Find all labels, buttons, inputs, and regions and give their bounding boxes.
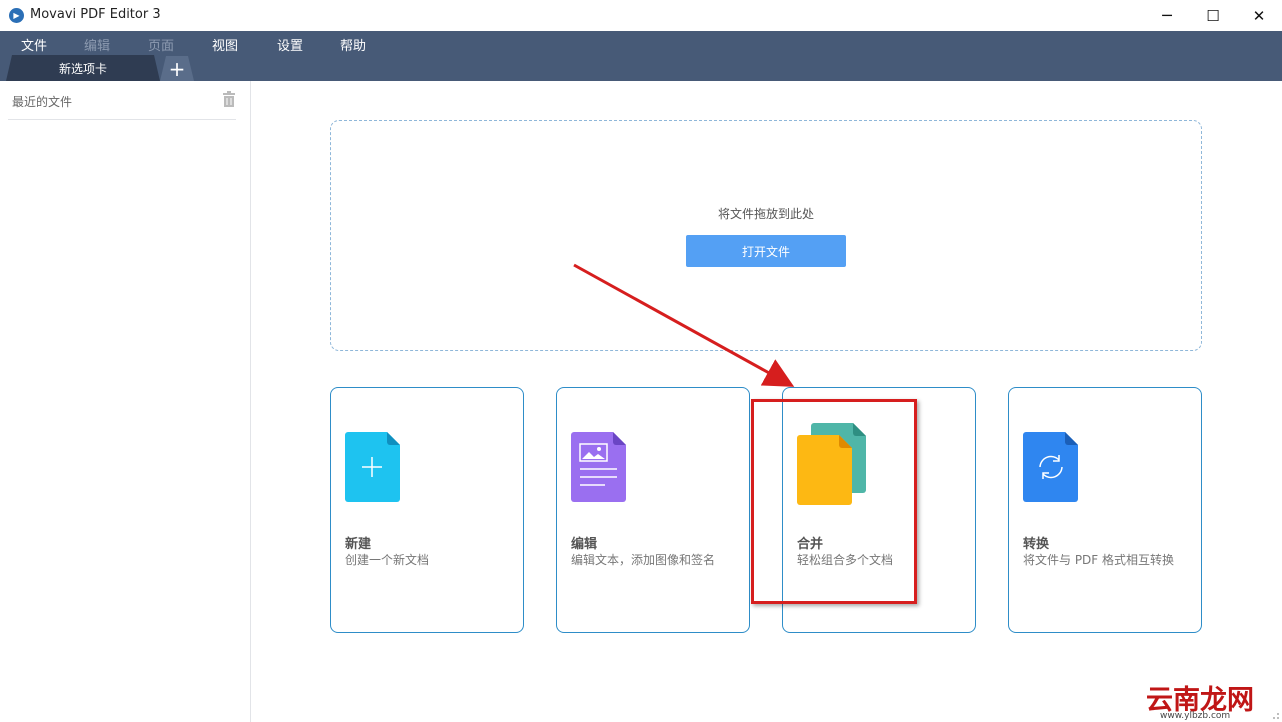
menu-help[interactable]: 帮助 xyxy=(340,35,366,54)
add-tab-button[interactable]: + xyxy=(160,56,194,81)
menu-edit[interactable]: 编辑 xyxy=(84,35,110,54)
tab-new[interactable]: 新选项卡 xyxy=(6,55,160,81)
recent-files-title: 最近的文件 xyxy=(12,95,73,109)
card-new-desc: 创建一个新文档 xyxy=(345,553,430,567)
menu-file[interactable]: 文件 xyxy=(21,35,47,54)
annotation-highlight-box xyxy=(751,399,917,604)
convert-document-icon xyxy=(1023,432,1078,502)
open-file-button[interactable]: 打开文件 xyxy=(686,235,846,267)
menu-page[interactable]: 页面 xyxy=(148,35,174,54)
card-edit-title: 编辑 xyxy=(571,537,598,552)
resize-grip-icon[interactable] xyxy=(1268,708,1280,720)
app-logo-icon: ▶ xyxy=(9,8,24,23)
card-new-title: 新建 xyxy=(345,537,372,552)
file-drop-zone[interactable]: 将文件拖放到此处 打开文件 xyxy=(330,120,1202,351)
card-convert[interactable]: 转换 将文件与 PDF 格式相互转换 xyxy=(1008,387,1202,633)
new-document-icon xyxy=(345,432,400,502)
title-bar: ▶ Movavi PDF Editor 3 ─ ☐ ✕ xyxy=(0,0,1282,31)
card-convert-desc: 将文件与 PDF 格式相互转换 xyxy=(1023,553,1175,567)
edit-document-icon xyxy=(571,432,626,502)
maximize-button[interactable]: ☐ xyxy=(1190,0,1236,31)
card-edit[interactable]: 编辑 编辑文本，添加图像和签名 xyxy=(556,387,750,633)
watermark-sub: www.ylbzb.com xyxy=(1160,711,1231,721)
tab-bar: 新选项卡 + xyxy=(0,55,1282,81)
card-edit-desc: 编辑文本，添加图像和签名 xyxy=(571,553,716,567)
menu-settings[interactable]: 设置 xyxy=(277,35,303,54)
menu-view[interactable]: 视图 xyxy=(212,35,238,54)
drop-zone-text: 将文件拖放到此处 xyxy=(717,207,814,221)
close-button[interactable]: ✕ xyxy=(1236,0,1282,31)
card-new[interactable]: 新建 创建一个新文档 xyxy=(330,387,524,633)
window-title: Movavi PDF Editor 3 xyxy=(30,7,161,22)
trash-icon[interactable] xyxy=(222,91,236,107)
sidebar-divider xyxy=(8,119,236,120)
menu-bar: 文件 编辑 页面 视图 设置 帮助 xyxy=(0,31,1282,55)
minimize-button[interactable]: ─ xyxy=(1144,0,1190,31)
card-convert-title: 转换 xyxy=(1023,537,1050,552)
recent-files-sidebar: 最近的文件 xyxy=(0,81,251,722)
